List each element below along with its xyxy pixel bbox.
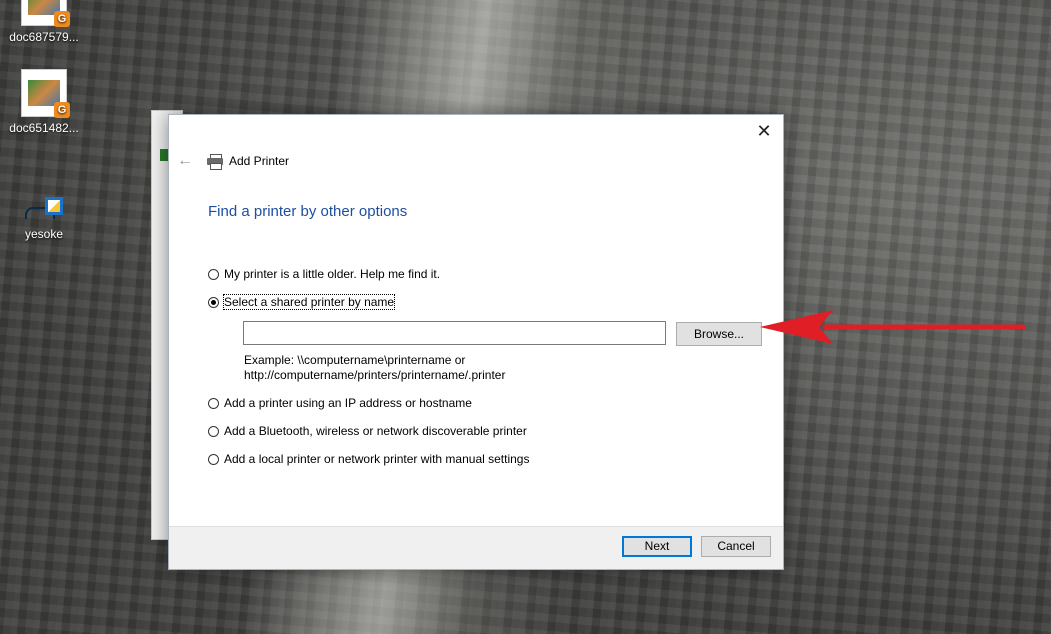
example-line-1: Example: \\computername\printername or [244,353,466,367]
option-local-manual[interactable]: Add a local printer or network printer w… [208,452,529,466]
radio-button[interactable] [208,453,219,465]
option-older-printer[interactable]: My printer is a little older. Help me fi… [208,267,440,281]
document-thumbnail-icon: G [21,0,70,27]
dialog-header: ← Add Printer [177,151,289,171]
desktop-icon-label: yesoke [24,227,64,241]
option-label: Add a printer using an IP address or hos… [224,396,472,410]
option-label: Select a shared printer by name [222,294,396,310]
option-bluetooth-wireless[interactable]: Add a Bluetooth, wireless or network dis… [208,424,527,438]
dialog-footer: Next Cancel [169,526,783,569]
annotation-arrow-icon [760,310,1026,344]
option-ip-address[interactable]: Add a printer using an IP address or hos… [208,396,472,410]
radio-button-selected[interactable] [208,296,219,308]
app-shortcut-icon [25,195,63,223]
add-printer-dialog: ✕ ← Add Printer Find a printer by other … [168,114,784,570]
close-button[interactable]: ✕ [751,121,777,143]
radio-button[interactable] [208,268,219,280]
example-line-2: http://computername/printers/printername… [244,368,506,382]
document-thumbnail-icon: G [21,69,70,118]
radio-button[interactable] [208,397,219,409]
cancel-button[interactable]: Cancel [701,536,771,557]
desktop-icon-label: doc687579... [9,30,79,44]
desktop-icon-label: doc651482... [9,121,79,135]
option-label: Add a Bluetooth, wireless or network dis… [224,424,527,438]
shared-printer-name-input[interactable] [243,321,666,345]
next-button[interactable]: Next [622,536,692,557]
desktop-icon-doc687579[interactable]: G doc687579... [4,0,84,44]
desktop-icon-doc651482[interactable]: G doc651482... [4,69,84,135]
option-label: Add a local printer or network printer w… [224,452,530,466]
page-title: Find a printer by other options [208,203,408,220]
printer-icon [207,154,223,170]
path-example-text: Example: \\computername\printername or h… [244,353,505,383]
browse-button[interactable]: Browse... [676,322,762,346]
dialog-title: Add Printer [229,154,290,168]
back-arrow-icon[interactable]: ← [177,152,193,170]
desktop-icon-yesoke[interactable]: yesoke [4,195,84,241]
option-label: My printer is a little older. Help me fi… [224,267,441,281]
option-shared-printer[interactable]: Select a shared printer by name [208,294,396,310]
radio-button[interactable] [208,425,219,437]
